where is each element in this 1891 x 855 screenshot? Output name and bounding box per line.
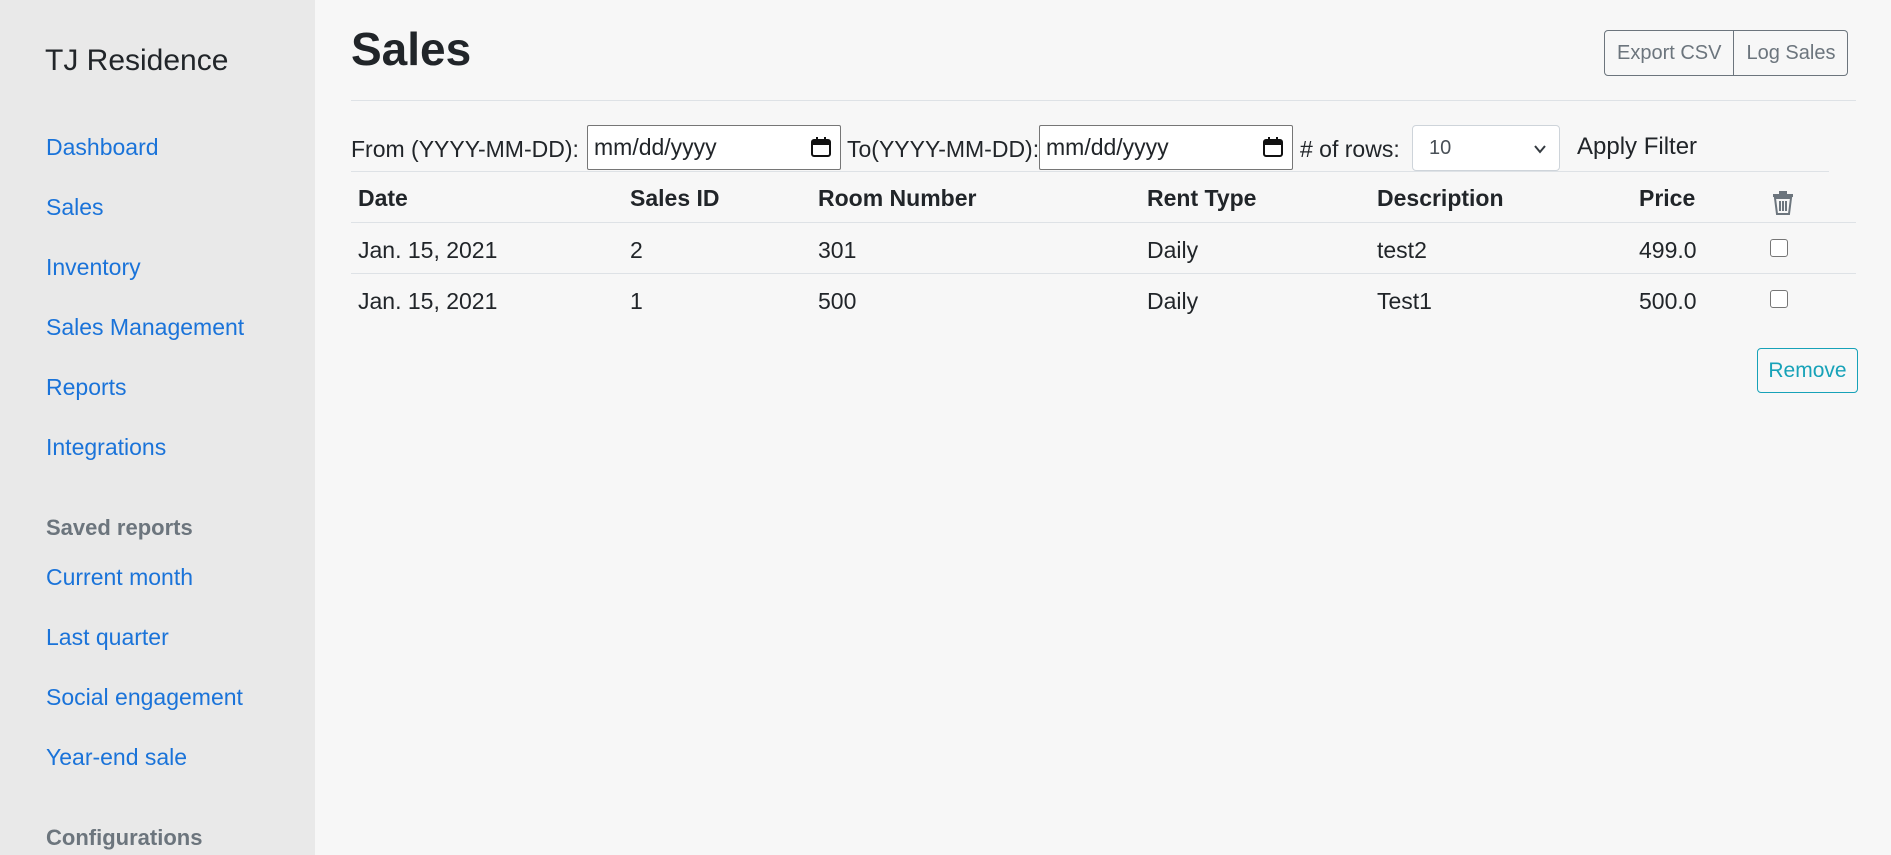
cell-date: Jan. 15, 2021 — [358, 237, 498, 263]
column-header-price: Price — [1639, 185, 1696, 211]
row-divider — [351, 273, 1856, 274]
log-sales-button[interactable]: Log Sales — [1734, 30, 1849, 76]
cell-rent-type: Daily — [1147, 288, 1199, 314]
column-header-room-number: Room Number — [818, 185, 977, 211]
to-date-label: To(YYYY-MM-DD): — [847, 136, 1040, 162]
saved-report-current-month[interactable]: Current month — [46, 564, 193, 591]
sidebar-item-reports[interactable]: Reports — [46, 374, 127, 401]
row-select-checkbox[interactable] — [1770, 239, 1788, 257]
from-date-input[interactable]: mm/dd/yyyy — [587, 125, 841, 170]
trash-icon — [1773, 191, 1793, 215]
saved-report-last-quarter[interactable]: Last quarter — [46, 624, 169, 651]
cell-room-number: 301 — [818, 237, 857, 263]
calendar-icon[interactable] — [1262, 136, 1284, 158]
saved-report-social-engagement[interactable]: Social engagement — [46, 684, 243, 711]
from-date-placeholder: mm/dd/yyyy — [594, 134, 717, 160]
sidebar-item-inventory[interactable]: Inventory — [46, 254, 141, 281]
rows-count-label: # of rows: — [1300, 136, 1400, 162]
rows-count-select[interactable]: 10 — [1412, 125, 1560, 171]
column-header-date: Date — [358, 185, 408, 211]
export-csv-button[interactable]: Export CSV — [1604, 30, 1735, 76]
remove-button[interactable]: Remove — [1757, 348, 1858, 393]
sidebar-item-dashboard[interactable]: Dashboard — [46, 134, 159, 161]
saved-reports-heading: Saved reports — [46, 515, 193, 540]
header-button-group: Export CSV Log Sales — [1604, 30, 1849, 76]
cell-price: 499.0 — [1639, 237, 1697, 263]
chevron-down-icon — [1534, 145, 1546, 154]
column-header-rent-type: Rent Type — [1147, 185, 1257, 211]
cell-date: Jan. 15, 2021 — [358, 288, 498, 314]
to-date-placeholder: mm/dd/yyyy — [1046, 134, 1169, 160]
cell-rent-type: Daily — [1147, 237, 1199, 263]
configurations-heading: Configurations — [46, 825, 203, 850]
header-divider — [351, 222, 1856, 223]
calendar-icon[interactable] — [810, 136, 832, 158]
page-title: Sales — [351, 23, 472, 75]
to-date-input[interactable]: mm/dd/yyyy — [1039, 125, 1293, 170]
sidebar-item-sales[interactable]: Sales — [46, 194, 104, 221]
cell-sales-id: 2 — [630, 237, 643, 263]
sidebar-item-sales-management[interactable]: Sales Management — [46, 314, 244, 341]
title-divider — [351, 100, 1856, 101]
column-header-sales-id: Sales ID — [630, 185, 720, 211]
sidebar-item-integrations[interactable]: Integrations — [46, 434, 166, 461]
saved-report-year-end-sale[interactable]: Year-end sale — [46, 744, 187, 771]
filter-divider — [351, 171, 1829, 172]
row-select-checkbox[interactable] — [1770, 290, 1788, 308]
column-header-description: Description — [1377, 185, 1504, 211]
cell-description: test2 — [1377, 237, 1427, 263]
from-date-label: From (YYYY-MM-DD): — [351, 136, 579, 162]
cell-sales-id: 1 — [630, 288, 643, 314]
rows-count-value: 10 — [1429, 136, 1452, 159]
sidebar: TJ Residence Dashboard Sales Inventory S… — [0, 0, 315, 855]
brand-title: TJ Residence — [45, 44, 229, 77]
cell-price: 500.0 — [1639, 288, 1697, 314]
cell-description: Test1 — [1377, 288, 1432, 314]
apply-filter-button[interactable]: Apply Filter — [1577, 133, 1697, 161]
cell-room-number: 500 — [818, 288, 857, 314]
